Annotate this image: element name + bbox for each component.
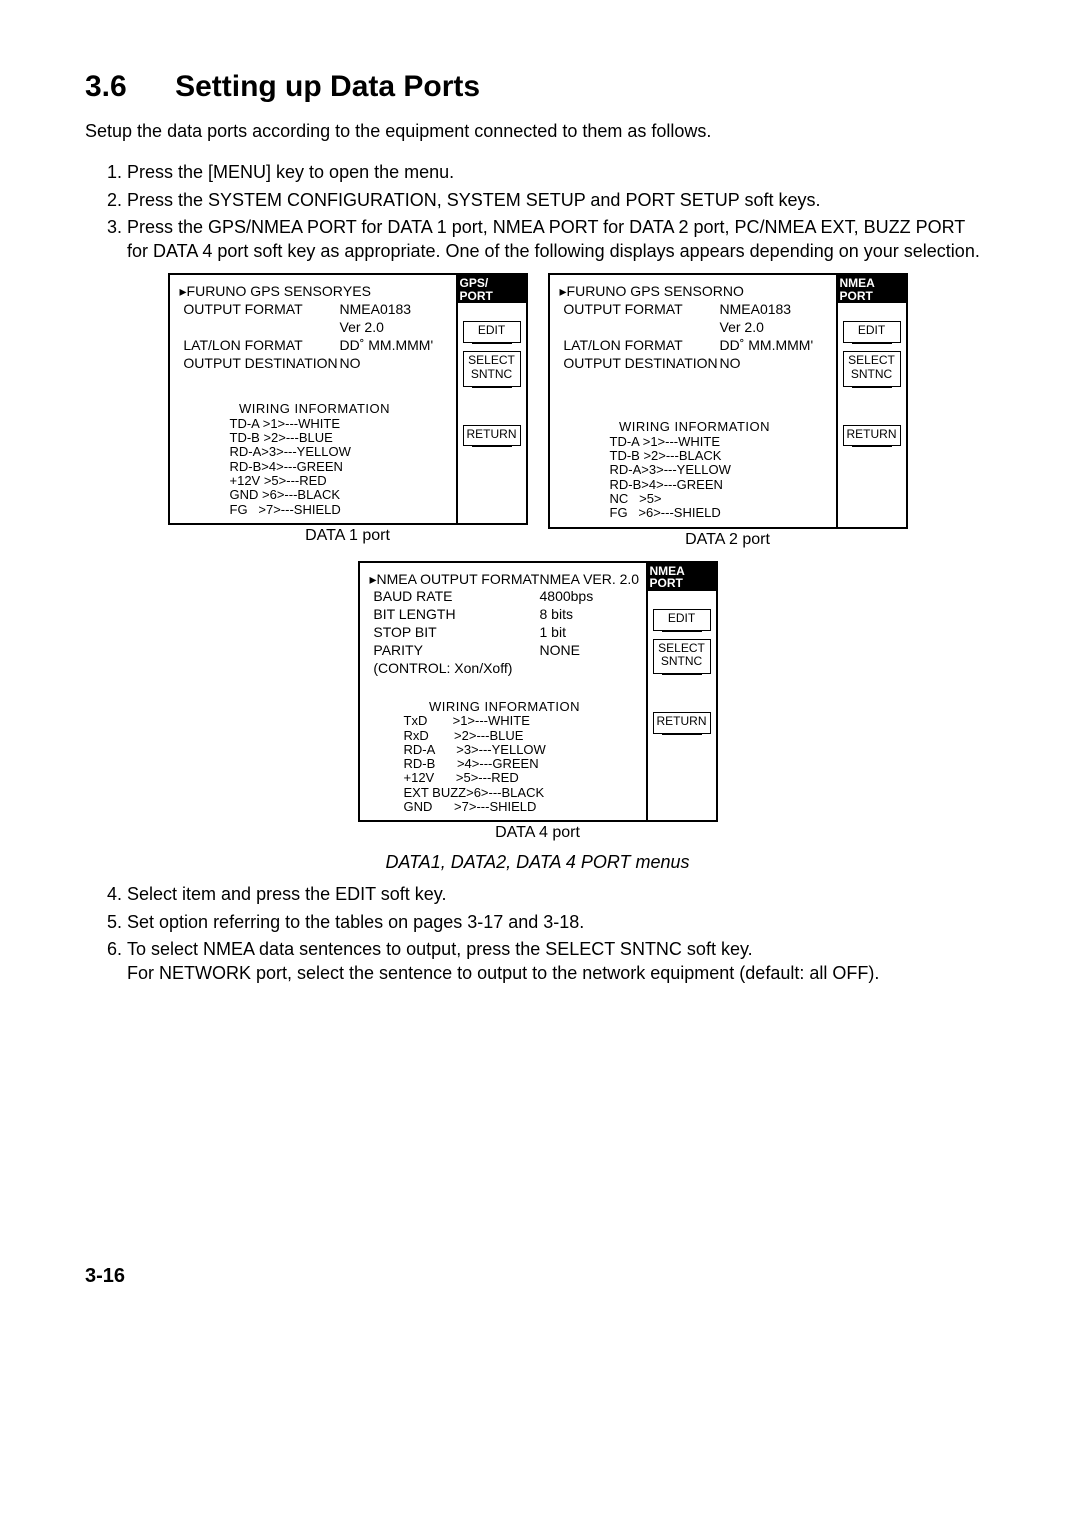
screen-caption: DATA 4 port (495, 824, 580, 842)
screen-header: GPS/ PORT (458, 275, 526, 303)
row-value: NO (340, 355, 361, 373)
screen-caption: DATA 2 port (685, 531, 770, 549)
row-label: (CONTROL: Xon/Xoff) (373, 660, 512, 676)
step-3: Press the GPS/NMEA PORT for DATA 1 port,… (127, 216, 990, 263)
step-5: Set option referring to the tables on pa… (127, 911, 990, 934)
row-value: NMEA0183 (720, 301, 792, 319)
select-sntnc-softkey[interactable]: SELECT SNTNC (653, 639, 711, 675)
wiring-title: WIRING INFORMATION (370, 700, 640, 714)
page-number: 3-16 (85, 1265, 990, 1288)
edit-softkey[interactable]: EDIT (463, 321, 521, 343)
row-value: 4800bps (540, 588, 594, 606)
data4-port-screen: ▸NMEA OUTPUT FORMATNMEA VER. 2.0 BAUD RA… (358, 561, 718, 823)
data1-port-screen: ▸FURUNO GPS SENSORYES OUTPUT FORMAT NMEA0… (168, 273, 528, 525)
section-heading: 3.6 Setting up Data Ports (85, 70, 990, 104)
row-label: BAUD RATE (373, 588, 452, 604)
section-title: Setting up Data Ports (175, 70, 480, 103)
step-list-top: Press the [MENU] key to open the menu. P… (85, 161, 990, 263)
row-value: Ver 2.0 (720, 319, 764, 337)
row-value: DD˚ MM.MMM' (720, 337, 814, 355)
row-value: DD˚ MM.MMM' (340, 337, 434, 355)
section-number: 3.6 (85, 70, 127, 103)
screen-caption: DATA 1 port (305, 527, 390, 545)
row-label: OUTPUT DESTINATION (563, 355, 717, 371)
row-label: LAT/LON FORMAT (563, 337, 682, 353)
figure-caption: DATA1, DATA2, DATA 4 PORT menus (85, 852, 990, 873)
row-value: NONE (540, 642, 580, 660)
select-sntnc-softkey[interactable]: SELECT SNTNC (463, 351, 521, 387)
row-label: ▸FURUNO GPS SENSOR (560, 283, 723, 301)
step-6: To select NMEA data sentences to output,… (127, 938, 990, 985)
edit-softkey[interactable]: EDIT (843, 321, 901, 343)
row-value: NMEA0183 (340, 301, 412, 319)
data2-port-screen: ▸FURUNO GPS SENSORNO OUTPUT FORMATNMEA01… (548, 273, 908, 529)
row-value: NO (720, 355, 741, 373)
row-label: STOP BIT (373, 624, 436, 640)
row-label: OUTPUT FORMAT (183, 301, 302, 317)
row-value: 8 bits (540, 606, 573, 624)
step-2: Press the SYSTEM CONFIGURATION, SYSTEM S… (127, 189, 990, 212)
row-label: ▸NMEA OUTPUT FORMAT (370, 571, 540, 589)
wiring-lines: TxD >1>---WHITE RxD >2>---BLUE RD-A >3>-… (404, 714, 640, 814)
row-label (180, 319, 340, 337)
step-1: Press the [MENU] key to open the menu. (127, 161, 990, 184)
return-softkey[interactable]: RETURN (653, 712, 711, 734)
wiring-lines: TD-A >1>---WHITE TD-B >2>---BLUE RD-A>3>… (230, 417, 450, 517)
screen-header: NMEA PORT (648, 563, 716, 591)
row-label: PARITY (373, 642, 423, 658)
row-label: OUTPUT FORMAT (563, 301, 682, 317)
row-label: BIT LENGTH (373, 606, 455, 622)
step-4: Select item and press the EDIT soft key. (127, 883, 990, 906)
wiring-lines: TD-A >1>---WHITE TD-B >2>---BLACK RD-A>3… (610, 435, 830, 521)
row-value: NO (723, 283, 744, 301)
edit-softkey[interactable]: EDIT (653, 609, 711, 631)
row-label (560, 319, 720, 337)
intro-paragraph: Setup the data ports according to the eq… (85, 120, 990, 143)
row-value: NMEA VER. 2.0 (540, 571, 640, 589)
screen-header: NMEA PORT (838, 275, 906, 303)
select-sntnc-softkey[interactable]: SELECT SNTNC (843, 351, 901, 387)
return-softkey[interactable]: RETURN (463, 425, 521, 447)
row-value: 1 bit (540, 624, 566, 642)
row-label: OUTPUT DESTINATION (183, 355, 337, 371)
step-list-bottom: Select item and press the EDIT soft key.… (85, 883, 990, 985)
row-label: LAT/LON FORMAT (183, 337, 302, 353)
wiring-title: WIRING INFORMATION (560, 420, 830, 434)
wiring-title: WIRING INFORMATION (180, 402, 450, 416)
row-label: ▸FURUNO GPS SENSOR (180, 283, 343, 301)
row-value: YES (343, 283, 371, 301)
row-value: Ver 2.0 (340, 319, 384, 337)
return-softkey[interactable]: RETURN (843, 425, 901, 447)
